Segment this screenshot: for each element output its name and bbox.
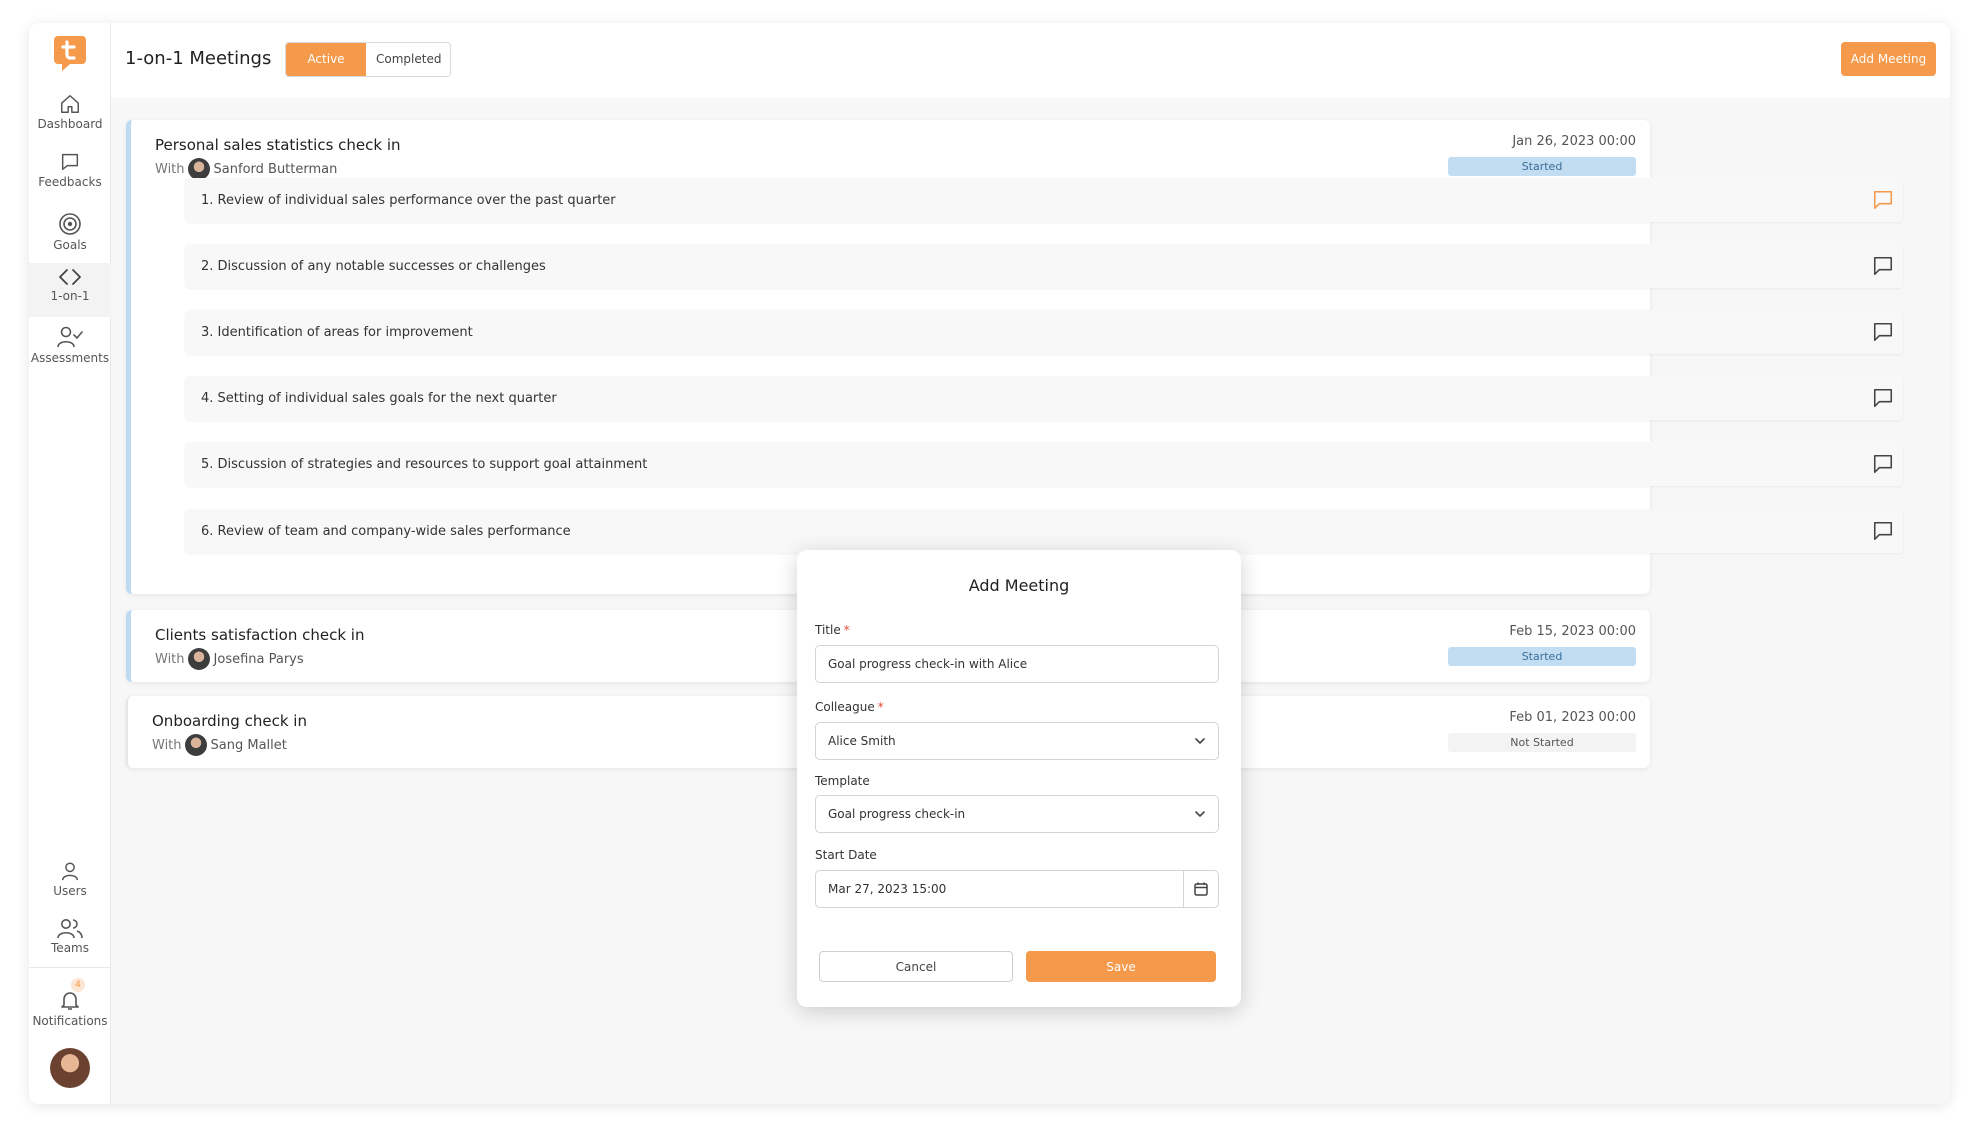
agenda-item[interactable]: 6. Review of team and company-wide sales… (185, 509, 1903, 553)
page-title: 1-on-1 Meetings (125, 48, 272, 69)
agenda-item-text: 2. Discussion of any notable successes o… (201, 259, 546, 274)
avatar (187, 648, 210, 670)
user-check-icon (57, 326, 83, 348)
participant-name: Sanford Butterman (213, 161, 338, 177)
template-label: Template (815, 774, 870, 788)
comment-icon[interactable] (1872, 189, 1894, 211)
sidebar-item-label: Assessments (30, 351, 110, 365)
chat-bubble-icon (61, 153, 79, 171)
start-date-label: Start Date (815, 848, 877, 862)
sidebar-item-label: Teams (51, 941, 89, 955)
participant-name: Josefina Parys (213, 651, 304, 667)
avatar (187, 158, 210, 180)
required-mark: * (877, 700, 884, 714)
home-icon (61, 95, 79, 113)
sidebar-item-feedbacks[interactable]: Feedbacks (29, 147, 111, 201)
sidebar-item-notifications[interactable]: 4 Notifications (29, 978, 111, 1032)
user-icon (61, 862, 79, 881)
app-window: Dashboard Feedbacks Goals 1-on-1 Assessm… (29, 23, 1950, 1104)
template-select-value: Goal progress check-in (828, 807, 966, 821)
meeting-participant: With Josefina Parys (155, 648, 304, 670)
sidebar-divider (29, 967, 111, 968)
sidebar-item-goals[interactable]: Goals (29, 208, 111, 262)
add-meeting-button[interactable]: Add Meeting (1841, 42, 1936, 76)
meeting-participant: With Sang Mallet (152, 734, 287, 756)
sidebar-item-label: Notifications (32, 1014, 108, 1028)
with-label: With (155, 161, 185, 177)
cancel-button[interactable]: Cancel (819, 951, 1013, 982)
sidebar-item-1-on-1[interactable]: 1-on-1 (29, 263, 111, 317)
chevron-down-icon (1195, 738, 1205, 745)
modal-title: Add Meeting (968, 576, 1070, 595)
tab-active[interactable]: Active (286, 43, 366, 76)
meeting-title: Clients satisfaction check in (155, 626, 365, 644)
status-badge: Started (1448, 157, 1636, 176)
colleague-label: Colleague * (815, 700, 884, 714)
sidebar-item-label: Feedbacks (38, 175, 102, 189)
agenda-item[interactable]: 1. Review of individual sales performanc… (185, 178, 1903, 222)
required-mark: * (843, 623, 850, 637)
with-label: With (155, 651, 185, 667)
app-logo[interactable] (52, 34, 88, 72)
agenda-item[interactable]: 4. Setting of individual sales goals for… (185, 376, 1903, 420)
calendar-icon[interactable] (1193, 881, 1209, 897)
sidebar-item-users[interactable]: Users (29, 856, 111, 910)
avatar (184, 734, 207, 756)
colleague-label-text: Colleague (815, 700, 875, 714)
date-field-divider (1183, 871, 1184, 907)
user-avatar[interactable] (50, 1048, 90, 1088)
comment-icon[interactable] (1872, 255, 1894, 277)
agenda-item-text: 6. Review of team and company-wide sales… (201, 524, 571, 539)
title-label-text: Title (815, 623, 841, 637)
page-header: 1-on-1 Meetings Active Completed Add Mee… (111, 23, 1950, 98)
sidebar-item-label: 1-on-1 (50, 289, 90, 303)
sidebar-item-label: Users (53, 884, 87, 898)
comment-icon[interactable] (1872, 321, 1894, 343)
meeting-date: Feb 15, 2023 00:00 (1509, 624, 1636, 639)
colleague-select[interactable]: Alice Smith (815, 722, 1219, 760)
agenda-item-text: 5. Discussion of strategies and resource… (201, 457, 648, 472)
meeting-date: Feb 01, 2023 00:00 (1509, 710, 1636, 725)
target-icon (59, 213, 81, 235)
comment-icon[interactable] (1872, 453, 1894, 475)
tab-completed[interactable]: Completed (366, 43, 450, 76)
title-input-value: Goal progress check-in with Alice (828, 657, 1028, 671)
agenda-item-text: 3. Identification of areas for improveme… (201, 325, 473, 340)
add-meeting-modal: Add Meeting Title * Goal progress check-i… (797, 550, 1241, 1007)
comment-icon[interactable] (1872, 387, 1894, 409)
agenda-item-text: 4. Setting of individual sales goals for… (201, 391, 557, 406)
agenda-item-text: 1. Review of individual sales performanc… (201, 193, 616, 208)
template-select[interactable]: Goal progress check-in (815, 795, 1219, 833)
title-label: Title * (815, 623, 850, 637)
sidebar-item-label: Dashboard (37, 117, 103, 131)
meeting-title: Onboarding check in (152, 712, 307, 730)
status-badge: Not Started (1448, 733, 1636, 752)
comment-icon[interactable] (1872, 520, 1894, 542)
notification-count-badge: 4 (71, 978, 85, 992)
code-brackets-icon (59, 269, 81, 285)
with-label: With (152, 737, 182, 753)
status-badge: Started (1448, 647, 1636, 666)
chevron-down-icon (1195, 811, 1205, 818)
sidebar-item-label: Goals (53, 238, 87, 252)
status-tab-group: Active Completed (285, 42, 451, 77)
agenda-item[interactable]: 2. Discussion of any notable successes o… (185, 244, 1903, 288)
sidebar-item-assessments[interactable]: Assessments (29, 321, 111, 375)
users-icon (57, 919, 83, 939)
participant-name: Sang Mallet (210, 737, 287, 753)
meeting-date: Jan 26, 2023 00:00 (1512, 134, 1636, 149)
sidebar: Dashboard Feedbacks Goals 1-on-1 Assessm… (29, 23, 111, 1104)
save-button[interactable]: Save (1026, 951, 1216, 982)
sidebar-item-dashboard[interactable]: Dashboard (29, 89, 111, 143)
meeting-participant: With Sanford Butterman (155, 158, 337, 180)
agenda-item[interactable]: 3. Identification of areas for improveme… (185, 310, 1903, 354)
colleague-select-value: Alice Smith (828, 734, 896, 748)
title-input[interactable]: Goal progress check-in with Alice (815, 645, 1219, 683)
sidebar-item-teams[interactable]: Teams (29, 913, 111, 967)
meeting-title: Personal sales statistics check in (155, 136, 401, 154)
start-date-value: Mar 27, 2023 15:00 (828, 882, 947, 896)
start-date-input[interactable]: Mar 27, 2023 15:00 (815, 870, 1219, 908)
agenda-item[interactable]: 5. Discussion of strategies and resource… (185, 442, 1903, 486)
meeting-card[interactable]: Personal sales statistics check in With … (126, 120, 1903, 594)
